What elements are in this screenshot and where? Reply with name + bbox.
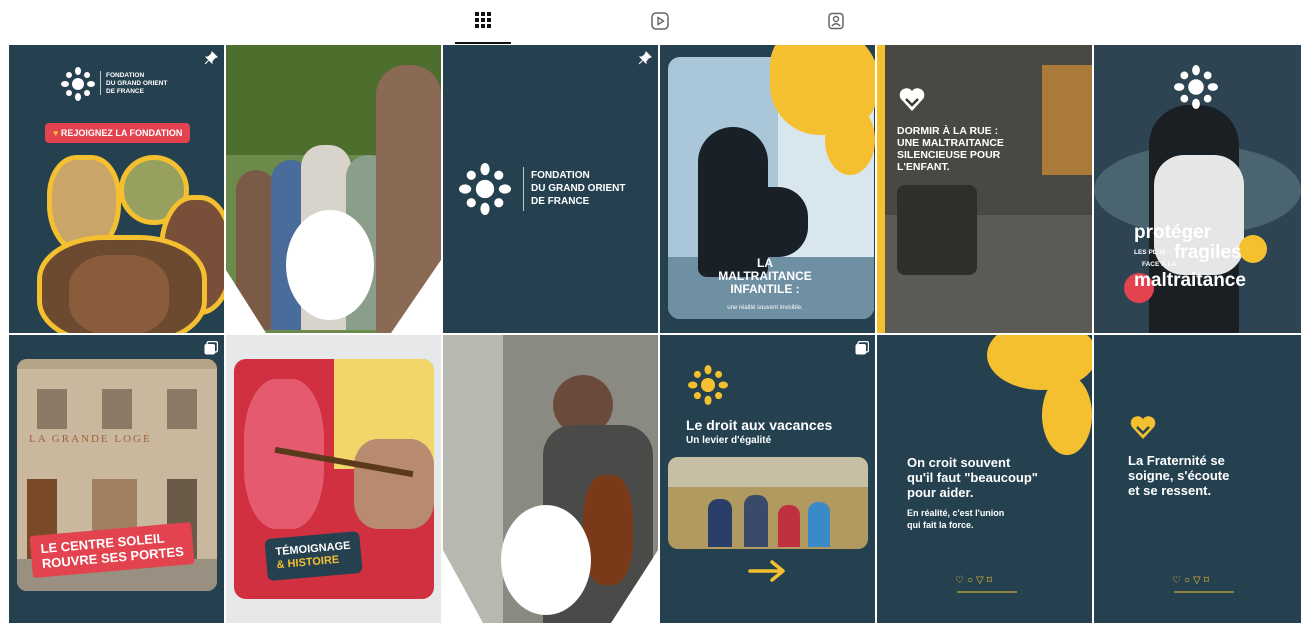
post-7[interactable]: LA GRANDE LOGE LE CENTRE SOLEIL ROUVRE S… [9, 335, 224, 623]
title-line1: DORMIR À LA RUE : [897, 125, 999, 137]
tab-posts[interactable] [455, 8, 511, 44]
org-name-line1: FONDATION [531, 170, 590, 181]
carousel-icon [855, 340, 870, 355]
heart-icon: ♥ [53, 128, 59, 138]
posts-grid: FONDATION DU GRAND ORIENT DE FRANCE ♥ RE… [9, 45, 1301, 623]
headline-word3: maltraitance [1134, 270, 1246, 291]
title-line2: UNE MALTRAITANCE [897, 137, 1004, 149]
sun-icon [688, 365, 728, 410]
reels-icon [651, 8, 669, 35]
heart-logo [897, 83, 927, 118]
post-4[interactable]: LA MALTRAITANCE INFANTILE : une réalité … [660, 45, 875, 333]
org-name-line2: DU GRAND ORIENT [531, 183, 626, 194]
quote-line1: La Fraternité se [1128, 453, 1225, 468]
headline-small2: FACE À LA [1142, 261, 1177, 268]
pin-icon [204, 51, 218, 65]
org-name-line3: DE FRANCE [531, 196, 590, 207]
grid-icon [475, 8, 491, 33]
headline-word1: protéger [1134, 222, 1212, 243]
headline-small1: LES PLUS [1134, 249, 1166, 256]
headline-word2: fragiles [1174, 242, 1242, 263]
fondation-logo [459, 163, 511, 215]
tagged-icon [827, 8, 845, 35]
title-line3: SILENCIEUSE POUR [897, 149, 1001, 161]
org-name-line2: DU GRAND ORIENT [106, 80, 168, 87]
tab-reels[interactable] [632, 8, 688, 44]
fondation-logo [61, 67, 95, 101]
subtitle: une réalité souvent invisible. [727, 305, 803, 311]
post-5[interactable]: DORMIR À LA RUE : UNE MALTRAITANCE SILEN… [877, 45, 1092, 333]
quote-line2: soigne, s'écoute [1128, 468, 1230, 483]
post-12[interactable]: La Fraternité se soigne, s'écoute et se … [1094, 335, 1301, 623]
post-2[interactable] [226, 45, 441, 333]
post-3[interactable]: FONDATION DU GRAND ORIENT DE FRANCE [443, 45, 658, 333]
post-6[interactable]: protéger LES PLUS fragiles FACE À LA mal… [1094, 45, 1301, 333]
pin-icon [638, 51, 652, 65]
quote-line1: On croit souvent [907, 455, 1011, 470]
title-line4: L'ENFANT. [897, 161, 950, 173]
arrow-right-icon [748, 559, 788, 588]
fondation-logo [1174, 65, 1218, 114]
social-icons: ♡○▽⌑ [955, 575, 995, 586]
join-badge: ♥ REJOIGNEZ LA FONDATION [45, 123, 191, 143]
social-icons: ♡○▽⌑ [1172, 575, 1212, 586]
carousel-icon [204, 340, 219, 355]
profile-tabs [0, 0, 1301, 45]
quote-line2: qu'il faut "beaucoup" [907, 470, 1038, 485]
post-9[interactable] [443, 335, 658, 623]
post-11[interactable]: On croit souvent qu'il faut "beaucoup" p… [877, 335, 1092, 623]
org-name-line3: DE FRANCE [106, 88, 144, 95]
post-10[interactable]: Le droit aux vacances Un levier d'égalit… [660, 335, 875, 623]
post-8[interactable]: TÉMOIGNAGE & HISTOIRE [226, 335, 441, 623]
quote-line3: et se ressent. [1128, 483, 1212, 498]
quote-line4: En réalité, c'est l'union [907, 508, 1005, 518]
title-line3: INFANTILE : [730, 282, 800, 296]
building-sign: LA GRANDE LOGE [29, 433, 152, 445]
tab-tagged[interactable] [808, 8, 864, 44]
post-title: Le droit aux vacances [686, 417, 833, 433]
join-label: REJOIGNEZ LA FONDATION [60, 128, 183, 138]
post-1[interactable]: FONDATION DU GRAND ORIENT DE FRANCE ♥ RE… [9, 45, 224, 333]
post-subtitle: Un levier d'égalité [686, 435, 772, 446]
quote-line3: pour aider. [907, 485, 974, 500]
heart-logo [1128, 411, 1158, 446]
org-name-line1: FONDATION [106, 72, 145, 79]
quote-line5: qui fait la force. [907, 520, 974, 530]
